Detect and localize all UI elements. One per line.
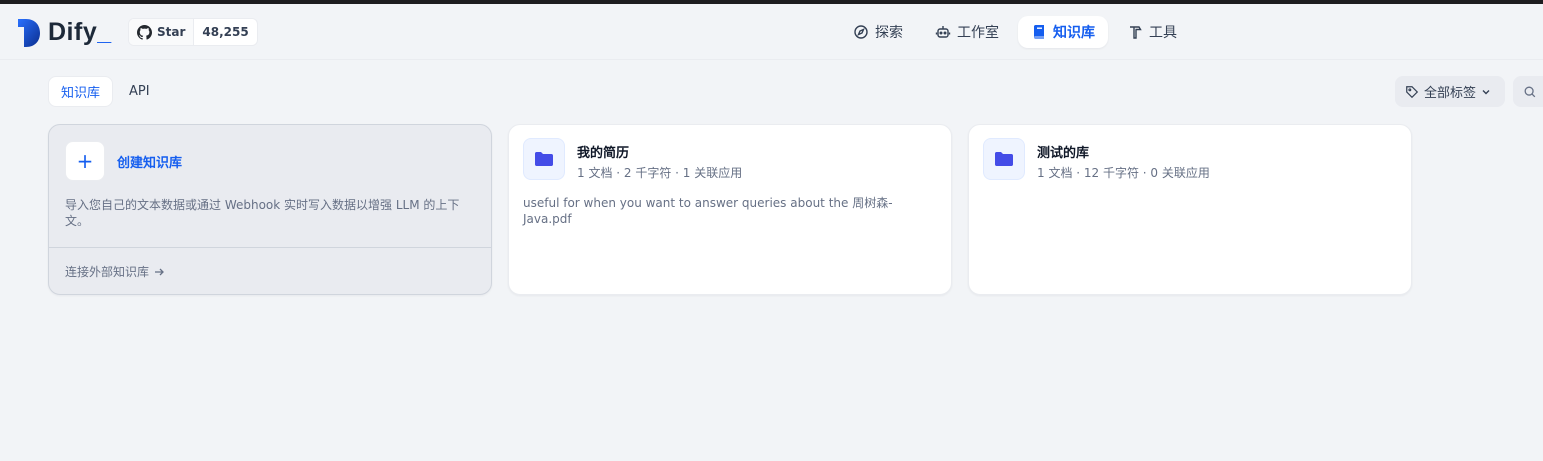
search-icon (1524, 86, 1536, 97)
hammer-icon (1130, 26, 1142, 39)
dify-logo[interactable]: Dify_ (16, 18, 112, 47)
brand-name: Dify_ (48, 18, 112, 46)
tag-filter-dropdown[interactable]: 全部标签 (1395, 76, 1505, 107)
tab-knowledge[interactable]: 知识库 (48, 76, 114, 107)
tag-icon (1406, 85, 1419, 98)
nav-tools-label: 工具 (1149, 25, 1177, 41)
chevron-down-icon (1482, 89, 1490, 94)
dataset-card[interactable]: 我的简历 1 文档 · 2 千字符 · 1 关联应用 useful for wh… (508, 124, 952, 295)
nav-knowledge-label: 知识库 (1053, 25, 1095, 41)
plus-icon: + (65, 141, 105, 181)
nav-studio-label: 工作室 (957, 25, 999, 41)
tag-filter-label: 全部标签 (1424, 86, 1477, 101)
connect-external-knowledge-link[interactable]: 连接外部知识库 (49, 248, 491, 295)
folder-icon (523, 138, 565, 180)
app-header: Dify_ Star 48,255 探索 工作室 知识库 工具 (0, 4, 1543, 60)
github-star-label: Star (157, 25, 186, 39)
create-knowledge-description: 导入您自己的文本数据或通过 Webhook 实时写入数据以增强 LLM 的上下文… (65, 198, 460, 228)
create-knowledge-card[interactable]: + 创建知识库 导入您自己的文本数据或通过 Webhook 实时写入数据以增强 … (48, 124, 492, 295)
arrow-right-icon (155, 268, 164, 275)
dataset-name: 测试的库 (1037, 146, 1090, 161)
dataset-description: useful for when you want to answer queri… (523, 196, 893, 226)
folder-icon (983, 138, 1025, 180)
search-input[interactable] (1513, 76, 1543, 107)
main-nav: 探索 工作室 知识库 工具 (840, 16, 1190, 48)
nav-explore-label: 探索 (875, 25, 903, 41)
dataset-name: 我的简历 (577, 146, 630, 161)
dify-logo-icon (18, 18, 40, 47)
compass-icon (854, 25, 868, 39)
dataset-meta: 1 文档 · 12 千字符 · 0 关联应用 (1037, 166, 1210, 180)
knowledge-tabs: 知识库 API (48, 76, 162, 107)
dataset-card[interactable]: 测试的库 1 文档 · 12 千字符 · 0 关联应用 (968, 124, 1412, 295)
dataset-meta: 1 文档 · 2 千字符 · 1 关联应用 (577, 166, 743, 180)
robot-icon (935, 26, 951, 38)
nav-studio[interactable]: 工作室 (922, 16, 1012, 48)
dataset-description (969, 181, 1411, 195)
nav-tools[interactable]: 工具 (1114, 16, 1190, 48)
book-icon (1034, 25, 1044, 39)
github-star-widget[interactable]: Star 48,255 (128, 18, 258, 46)
nav-knowledge[interactable]: 知识库 (1018, 16, 1108, 48)
connect-external-label: 连接外部知识库 (65, 265, 150, 279)
tab-api[interactable]: API (117, 76, 162, 107)
github-star-button[interactable]: Star (129, 19, 195, 45)
create-knowledge-header[interactable]: + 创建知识库 (49, 125, 491, 181)
nav-explore[interactable]: 探索 (840, 16, 916, 48)
create-knowledge-title[interactable]: 创建知识库 (117, 152, 182, 171)
github-icon (137, 24, 152, 40)
github-star-count[interactable]: 48,255 (194, 19, 256, 45)
